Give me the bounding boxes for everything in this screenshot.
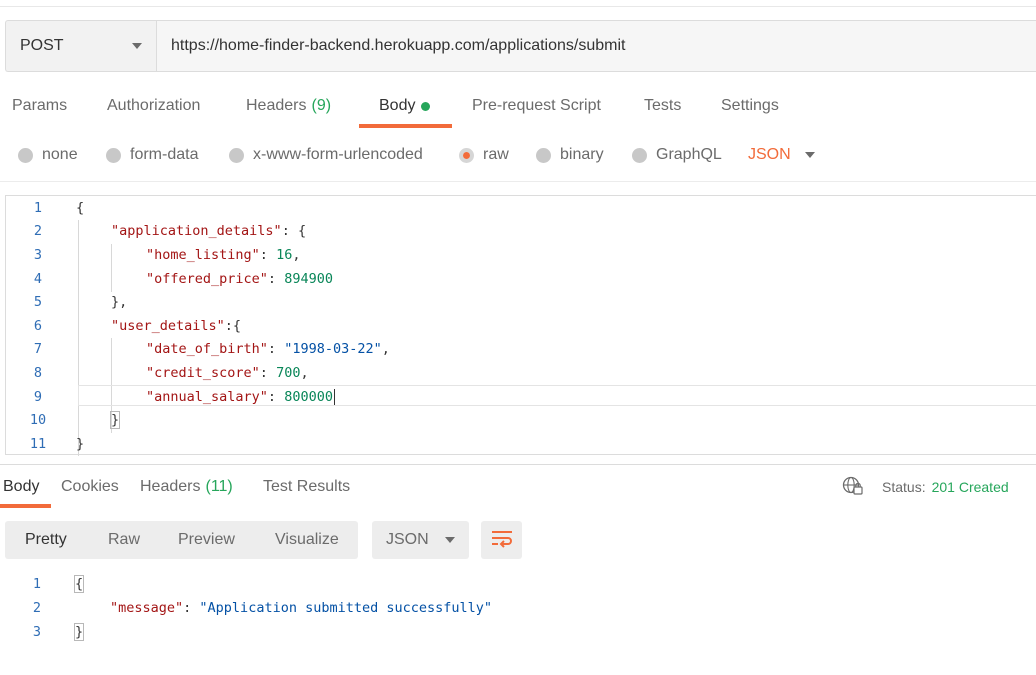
radio-circle: [536, 147, 551, 163]
code-line: "date_of_birth": "1998-03-22",: [146, 341, 390, 358]
radio-circle: [632, 147, 647, 163]
wrap-lines-icon: [490, 528, 514, 553]
radio-binary[interactable]: binary: [536, 140, 604, 170]
text-cursor: [333, 388, 335, 405]
radio-form-data[interactable]: form-data: [106, 140, 198, 170]
body-type-options: none form-data x-www-form-urlencoded raw…: [0, 140, 1036, 170]
status-value: 201 Created: [931, 479, 1009, 495]
response-headers-count: (11): [205, 478, 233, 495]
response-status: Status: 201 Created: [842, 470, 1009, 504]
chevron-down-icon: [445, 537, 455, 543]
radio-circle: [18, 147, 33, 163]
status-label: Status:: [882, 479, 926, 495]
code-line: {: [73, 574, 85, 593]
url-text: https://home-finder-backend.herokuapp.co…: [171, 37, 626, 54]
tab-headers[interactable]: Headers (9): [246, 84, 331, 128]
code-line: "application_details": {: [111, 223, 307, 240]
chevron-down-icon: [132, 43, 142, 49]
code-line: "user_details":{: [111, 317, 242, 334]
tab-settings[interactable]: Settings: [721, 84, 779, 128]
tab-params[interactable]: Params: [12, 84, 67, 128]
code-line: }: [109, 411, 121, 430]
body-format-select[interactable]: JSON: [748, 140, 815, 170]
active-response-tab-underline: [0, 504, 51, 508]
tab-body[interactable]: Body: [379, 84, 431, 128]
radio-graphql[interactable]: GraphQL: [632, 140, 722, 170]
top-divider: [0, 6, 1036, 7]
radio-none[interactable]: none: [18, 140, 78, 170]
request-url-bar: POST https://home-finder-backend.herokua…: [5, 20, 1036, 72]
chevron-down-icon: [804, 152, 815, 158]
response-format-select[interactable]: JSON: [372, 521, 469, 559]
response-body-viewer[interactable]: 1{ 2 "message": "Application submitted su…: [5, 572, 1036, 644]
response-tab-test-results[interactable]: Test Results: [263, 470, 350, 504]
code-line: "credit_score": 700,: [146, 364, 309, 381]
body-indicator-dot: [421, 101, 431, 111]
radio-x-www-form-urlencoded[interactable]: x-www-form-urlencoded: [229, 140, 423, 170]
response-tab-cookies[interactable]: Cookies: [61, 470, 119, 504]
code-line: "message": "Application submitted succes…: [110, 599, 493, 616]
request-tabs: Params Authorization Headers (9) Body Pre…: [0, 84, 1036, 128]
tab-authorization[interactable]: Authorization: [107, 84, 200, 128]
code-line: "offered_price": 894900: [146, 270, 333, 287]
code-line: }: [76, 435, 85, 452]
response-tab-headers[interactable]: Headers (11): [140, 470, 233, 504]
view-raw-button[interactable]: Raw: [108, 521, 140, 559]
wrap-lines-button[interactable]: [481, 521, 522, 559]
method-label: POST: [20, 37, 64, 54]
body-format-label: JSON: [748, 146, 791, 163]
view-preview-button[interactable]: Preview: [178, 521, 235, 559]
url-input[interactable]: https://home-finder-backend.herokuapp.co…: [157, 21, 1036, 71]
headers-count: (9): [311, 97, 332, 114]
tab-pre-request-script[interactable]: Pre-request Script: [472, 84, 601, 128]
code-line: {: [76, 199, 85, 216]
method-select[interactable]: POST: [6, 21, 157, 71]
radio-raw[interactable]: raw: [459, 140, 509, 170]
view-pretty-button[interactable]: Pretty: [25, 521, 67, 559]
globe-icon[interactable]: [842, 476, 864, 499]
view-visualize-button[interactable]: Visualize: [275, 521, 339, 559]
code-line: "annual_salary": 800000: [146, 388, 335, 405]
radio-circle-checked: [459, 147, 474, 163]
tab-tests[interactable]: Tests: [644, 84, 681, 128]
code-line: }: [73, 622, 85, 641]
view-mode-group: Pretty Raw Preview Visualize: [5, 521, 358, 559]
code-line: "home_listing": 16,: [146, 246, 301, 263]
code-line: },: [111, 294, 128, 311]
response-format-label: JSON: [386, 531, 429, 548]
radio-circle: [106, 147, 121, 163]
request-body-editor[interactable]: 1{ 2 "application_details": { 3 "home_list…: [5, 195, 1036, 456]
radio-circle: [229, 147, 244, 163]
section-divider: [0, 181, 1036, 182]
active-tab-underline: [359, 124, 452, 128]
response-divider[interactable]: [0, 464, 1036, 465]
response-tab-body[interactable]: Body: [3, 470, 39, 504]
